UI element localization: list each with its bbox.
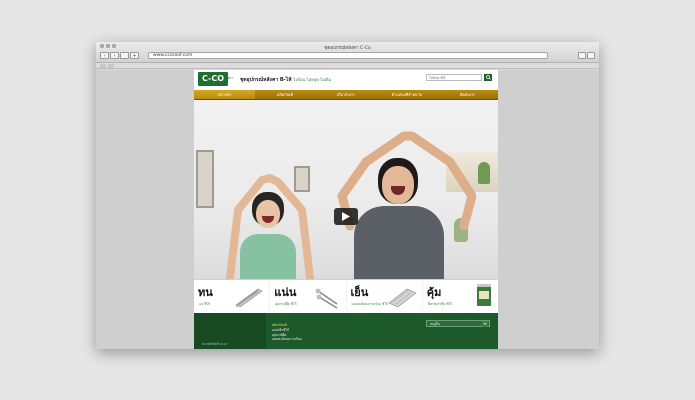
reflective-sheet-icon — [388, 288, 417, 307]
window-title: ชุดอุปกรณ์หลังคา C-Co — [324, 46, 371, 51]
site-logo[interactable]: C-CO ตรา — [198, 72, 233, 86]
product-card-insulation[interactable]: เย็น แผ่นสะท้อนความร้อน ซีโก้ — [346, 280, 422, 311]
product-card-fasteners[interactable]: แน่น อุปกรณ์ยึด ซีโก้ — [270, 280, 346, 311]
footer-links: แปเหล็กซีโก้ อุปกรณ์ยึด แผ่นสะท้อนความร้… — [272, 328, 302, 342]
site-header: C-CO ตรา ชุดอุปกรณ์หลังคา B-ไห้ ไม่ร้อน … — [194, 70, 498, 90]
copyright: สงวนลิขสิทธิ์ 2013 — [202, 342, 228, 346]
product-subtitle: แผ่นสะท้อนความร้อน ซีโก้ — [351, 302, 388, 306]
nav-buttons[interactable]: ‹ › + — [100, 52, 139, 59]
share-icon[interactable] — [120, 52, 129, 59]
footer-left-panel: สงวนลิขสิทธิ์ 2013 — [194, 313, 266, 349]
video-play-button[interactable] — [334, 208, 358, 225]
main-menu: หน้าหลัก ผลิตภัณฑ์ เกี่ยวกับเรา ตำแหน่งท… — [194, 90, 498, 100]
hero-video[interactable] — [194, 100, 498, 279]
product-card-sealant[interactable]: คุ้ม สีทากันรั่วซึม ซีโก้ — [422, 280, 498, 311]
menu-item-home[interactable]: หน้าหลัก — [194, 90, 255, 99]
back-icon[interactable]: ‹ — [100, 52, 109, 59]
gear-icon[interactable] — [587, 52, 595, 59]
product-subtitle: อุปกรณ์ยึด ซีโก้ — [275, 302, 297, 306]
browser-window: ชุดอุปกรณ์หลังคา C-Co ‹ › + www.ccoroof.… — [96, 42, 599, 349]
chevron-down-icon: ▾ — [482, 321, 488, 327]
steel-beam-icon — [235, 288, 263, 307]
product-strip: ทน แป ซีโก้ แน่น อุปกรณ์ยึด ซีโก้ เย็น แ… — [194, 279, 498, 311]
tagline-main: ชุดอุปกรณ์หลังคา B-ไห้ — [240, 77, 292, 83]
site-container: C-CO ตรา ชุดอุปกรณ์หลังคา B-ไห้ ไม่ร้อน … — [194, 70, 498, 349]
bookmarks-bar — [96, 63, 599, 69]
tagline-sub: ไม่ร้อน ไม่หลุด ไม่เยิม — [293, 77, 332, 82]
address-bar[interactable]: www.ccoroof.com — [148, 52, 548, 59]
product-headline: แน่น — [274, 286, 297, 299]
page-viewport: C-CO ตรา ชุดอุปกรณ์หลังคา B-ไห้ ไม่ร้อน … — [96, 70, 599, 349]
product-card-beam[interactable]: ทน แป ซีโก้ — [194, 280, 270, 311]
footer-select[interactable]: เมนูอื่น ▾ — [426, 320, 490, 327]
menu-item-contact[interactable]: ติดต่อเรา — [437, 90, 498, 99]
logo-text: C-CO — [201, 74, 225, 83]
logo-badge: ตรา — [227, 76, 233, 80]
woman-face — [256, 200, 280, 228]
product-headline: คุ้ม — [426, 286, 442, 299]
product-headline: เย็น — [350, 286, 369, 299]
browser-titlebar: ชุดอุปกรณ์หลังคา C-Co ‹ › + www.ccoroof.… — [96, 42, 599, 63]
forward-icon[interactable]: › — [110, 52, 119, 59]
footer-link[interactable]: แผ่นสะท้อนความร้อน — [272, 337, 302, 342]
tagline: ชุดอุปกรณ์หลังคา B-ไห้ ไม่ร้อน ไม่หลุด ไ… — [240, 76, 331, 84]
man-body — [354, 206, 444, 279]
search-input[interactable] — [426, 74, 482, 81]
menu-item-stores[interactable]: ตำแหน่งที่จำหน่าย — [376, 90, 437, 99]
bookmark-icon[interactable] — [100, 64, 106, 68]
reading-list-icon[interactable] — [108, 64, 114, 68]
product-subtitle: แป ซีโก้ — [199, 302, 210, 306]
download-icon[interactable] — [578, 52, 586, 59]
site-footer: สงวนลิขสิทธิ์ 2013 ผลิตภัณฑ์ แปเหล็กซีโก… — [194, 313, 498, 349]
paint-can-icon — [477, 284, 491, 306]
menu-item-products[interactable]: ผลิตภัณฑ์ — [255, 90, 316, 99]
search-button[interactable] — [484, 74, 492, 81]
plant-decor — [478, 162, 490, 184]
screw-icon — [315, 288, 337, 309]
wall-frame — [196, 150, 214, 208]
toolbar-right[interactable] — [578, 52, 595, 59]
search-icon — [485, 75, 491, 80]
add-icon[interactable]: + — [130, 52, 139, 59]
footer-select-value: เมนูอื่น — [430, 322, 440, 326]
play-icon — [342, 212, 350, 221]
man-face — [382, 166, 414, 204]
menu-item-about[interactable]: เกี่ยวกับเรา — [316, 90, 377, 99]
product-headline: ทน — [198, 286, 213, 299]
woman-body — [240, 234, 296, 279]
product-subtitle: สีทากันรั่วซึม ซีโก้ — [427, 302, 453, 306]
